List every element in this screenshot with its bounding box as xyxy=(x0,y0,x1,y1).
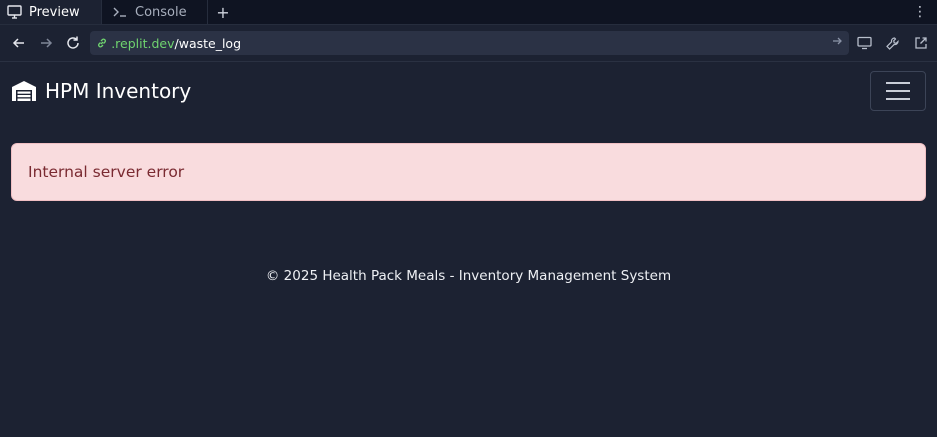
monitor-icon xyxy=(6,4,22,20)
reload-button[interactable] xyxy=(59,31,86,55)
warehouse-icon xyxy=(12,81,36,101)
more-menu-icon[interactable]: ⋮ xyxy=(913,4,927,20)
arrow-left-icon xyxy=(13,38,25,48)
hamburger-icon xyxy=(886,82,910,100)
tab-preview[interactable]: Preview xyxy=(0,0,102,24)
external-link-icon[interactable] xyxy=(911,33,931,53)
wrench-icon[interactable] xyxy=(883,33,903,53)
navbar-toggle-button[interactable] xyxy=(870,71,926,111)
terminal-icon xyxy=(112,4,128,20)
page-footer: © 2025 Health Pack Meals - Inventory Man… xyxy=(0,268,937,284)
brand-title: HPM Inventory xyxy=(45,79,192,103)
reload-icon xyxy=(67,36,79,49)
forward-button[interactable] xyxy=(33,31,60,55)
brand-link[interactable]: HPM Inventory xyxy=(11,79,191,103)
new-tab-button[interactable]: + xyxy=(208,0,238,24)
go-arrow-icon[interactable] xyxy=(831,35,843,50)
tab-label: Console xyxy=(135,4,187,20)
tab-console[interactable]: Console xyxy=(102,0,208,24)
alert-message: Internal server error xyxy=(28,163,185,181)
address-bar-row: .replit.dev/waste_log xyxy=(0,25,937,62)
tab-label: Preview xyxy=(29,4,80,20)
browser-tab-bar: Preview Console + ⋮ xyxy=(0,0,937,25)
url-domain: .replit.dev xyxy=(111,35,175,51)
back-button[interactable] xyxy=(6,31,33,55)
url-field[interactable]: .replit.dev/waste_log xyxy=(90,31,849,55)
arrow-right-icon xyxy=(41,38,53,48)
error-alert: Internal server error xyxy=(11,143,926,201)
footer-text: © 2025 Health Pack Meals - Inventory Man… xyxy=(265,268,672,284)
devices-icon[interactable] xyxy=(855,33,875,53)
app-navbar: HPM Inventory xyxy=(0,62,937,120)
link-icon xyxy=(98,38,107,48)
url-path: /waste_log xyxy=(174,35,242,51)
